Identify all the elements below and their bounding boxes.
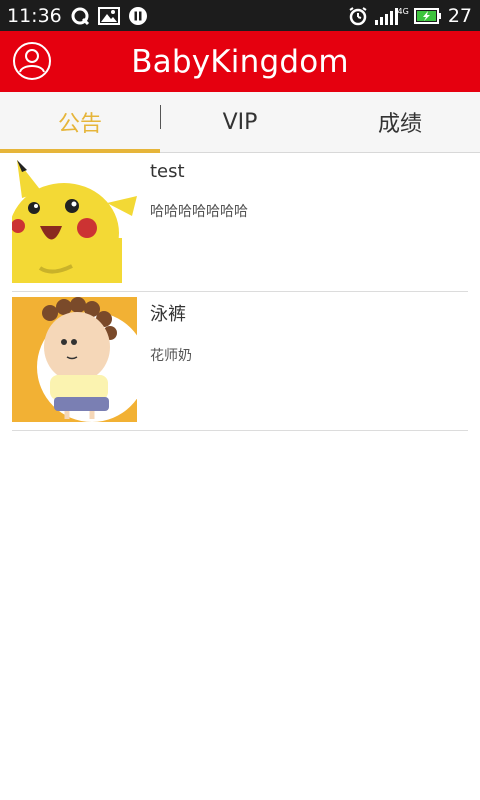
image-icon xyxy=(97,6,120,25)
tab-announcements[interactable]: 公告 xyxy=(0,92,160,153)
item-subtitle: 哈哈哈哈哈哈哈 xyxy=(150,204,248,220)
announcement-list: test 哈哈哈哈哈哈哈 泳裤 花师奶 xyxy=(12,153,468,431)
tab-label: 成绩 xyxy=(377,112,422,137)
app-title: BabyKingdom xyxy=(131,43,349,80)
tab-bar: 公告 VIP 成绩 xyxy=(0,92,480,153)
status-bar: 11:36 4G 27 xyxy=(0,0,480,31)
app-bar: BabyKingdom xyxy=(0,31,480,92)
cartoon-lady-thumbnail xyxy=(12,297,137,422)
item-title: 泳裤 xyxy=(150,304,186,325)
item-title: test xyxy=(150,161,185,182)
status-time: 11:36 xyxy=(7,4,62,27)
tab-grades[interactable]: 成绩 xyxy=(320,92,480,152)
alarm-icon xyxy=(348,6,368,26)
tab-vip[interactable]: VIP xyxy=(160,92,320,152)
list-item[interactable]: 泳裤 花师奶 xyxy=(12,292,468,431)
list-item[interactable]: test 哈哈哈哈哈哈哈 xyxy=(12,153,468,292)
pause-icon xyxy=(128,6,148,26)
item-subtitle: 花师奶 xyxy=(150,348,192,364)
tab-label: 公告 xyxy=(57,112,102,137)
network-label: 4G xyxy=(397,6,409,16)
tab-label: VIP xyxy=(222,109,258,135)
profile-button[interactable] xyxy=(12,41,52,81)
user-icon xyxy=(13,42,51,80)
signal-icon: 4G xyxy=(374,6,409,26)
q-app-icon xyxy=(70,6,90,26)
battery-level: 27 xyxy=(447,4,472,27)
pikachu-thumbnail xyxy=(12,158,137,283)
tab-divider xyxy=(160,105,161,129)
battery-icon xyxy=(413,7,442,24)
